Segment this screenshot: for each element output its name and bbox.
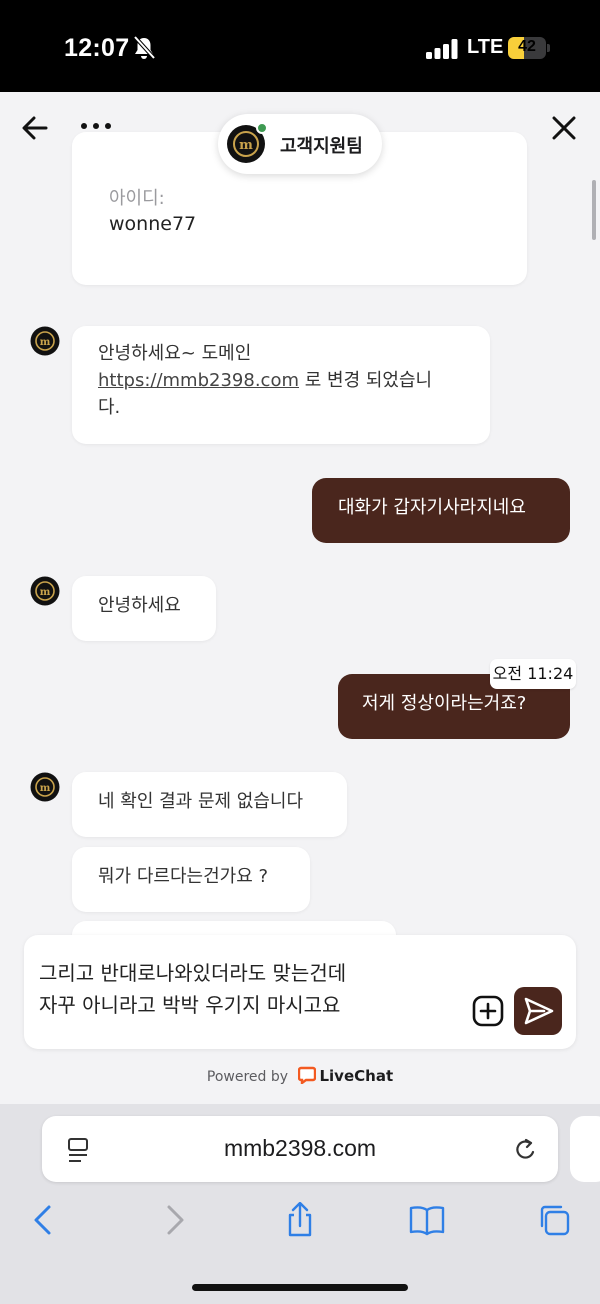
agent-avatar: m <box>30 576 60 606</box>
status-bar: 12:07 LTE 42 <box>0 0 600 92</box>
message-input[interactable]: 그리고 반대로나와있더라도 맞는건데 자꾸 아니라고 박박 우기지 마시고요 <box>39 957 469 1021</box>
livechat-brand: LiveChat <box>319 1067 394 1085</box>
agent-avatar: m <box>30 772 60 802</box>
url-text: mmb2398.com <box>223 1135 377 1161</box>
tabs-icon[interactable] <box>536 1202 572 1238</box>
battery-icon: 42 <box>508 37 550 59</box>
composer-line: 자꾸 아니라고 박박 우기지 마시고요 <box>39 993 341 1017</box>
address-bar[interactable]: mmb2398.com <box>42 1116 558 1182</box>
message-text: 네 확인 결과 문제 없습니다 <box>98 791 304 812</box>
agent-avatar: m <box>30 326 60 356</box>
composer-line: 그리고 반대로나와있더라도 맞는건데 <box>39 961 347 985</box>
close-icon <box>552 116 576 140</box>
visitor-message: 대화가 갑자기사라지네요 <box>312 478 570 543</box>
message-composer[interactable]: 그리고 반대로나와있더라도 맞는건데 자꾸 아니라고 박박 우기지 마시고요 <box>24 935 576 1049</box>
svg-text:m: m <box>40 783 51 794</box>
svg-text:m: m <box>40 337 51 348</box>
agent-pill[interactable]: m 고객지원팀 <box>218 114 382 174</box>
svg-text:m: m <box>40 587 51 598</box>
online-status-dot <box>256 122 268 134</box>
message-text: 안녕하세요 <box>98 595 181 616</box>
message-text: 대화가 갑자기사라지네요 <box>338 497 526 518</box>
status-time: 12:07 <box>64 34 130 62</box>
bell-off-icon <box>133 36 155 60</box>
add-attachment-icon[interactable] <box>472 995 504 1027</box>
message-text: 로 변경 되었습니 <box>304 370 433 391</box>
next-tab-preview[interactable] <box>570 1116 600 1182</box>
message-text: 뭐가 다르다는건가요 ? <box>98 866 269 887</box>
scrollbar[interactable] <box>592 180 596 240</box>
close-button[interactable] <box>550 114 578 142</box>
livechat-logo-icon <box>298 1066 317 1084</box>
id-label: 아이디: <box>109 188 165 209</box>
chat-window: m 고객지원팀 아이디: wonne77 m 안녕하세요~ 도메인 https:… <box>0 92 600 1104</box>
agent-message: 네 확인 결과 문제 없습니다 <box>72 772 347 837</box>
message-text: 다. <box>98 397 121 418</box>
reload-icon[interactable] <box>512 1136 538 1164</box>
browser-toolbar: mmb2398.com <box>0 1104 600 1304</box>
agent-message: 안녕하세요 <box>72 576 216 641</box>
network-label: LTE <box>467 36 504 58</box>
send-button[interactable] <box>514 987 562 1035</box>
agent-name: 고객지원팀 <box>280 136 363 157</box>
send-icon <box>524 997 554 1025</box>
svg-text:m: m <box>239 138 253 153</box>
message-text: 저게 정상이라는거죠? <box>362 693 527 714</box>
back-button[interactable] <box>20 114 50 142</box>
arrow-left-icon <box>22 116 48 140</box>
home-indicator[interactable] <box>192 1284 408 1291</box>
chevron-right-icon[interactable] <box>156 1202 192 1238</box>
id-value: wonne77 <box>109 213 197 235</box>
bookmarks-icon[interactable] <box>409 1202 445 1238</box>
share-icon[interactable] <box>282 1202 318 1238</box>
signal-icon <box>426 39 458 59</box>
domain-link[interactable]: https://mmb2398.com <box>98 370 299 391</box>
message-timestamp: 오전 11:24 <box>490 659 576 689</box>
message-text: 안녕하세요~ 도메인 <box>98 343 252 364</box>
agent-message: 뭐가 다르다는건가요 ? <box>72 847 310 912</box>
chevron-left-icon[interactable] <box>26 1202 62 1238</box>
agent-message: 안녕하세요~ 도메인 https://mmb2398.com 로 변경 되었습니… <box>72 326 490 444</box>
powered-by-label: Powered by <box>206 1069 289 1085</box>
battery-level: 42 <box>518 38 536 55</box>
powered-by[interactable]: Powered by LiveChat <box>0 1066 600 1085</box>
